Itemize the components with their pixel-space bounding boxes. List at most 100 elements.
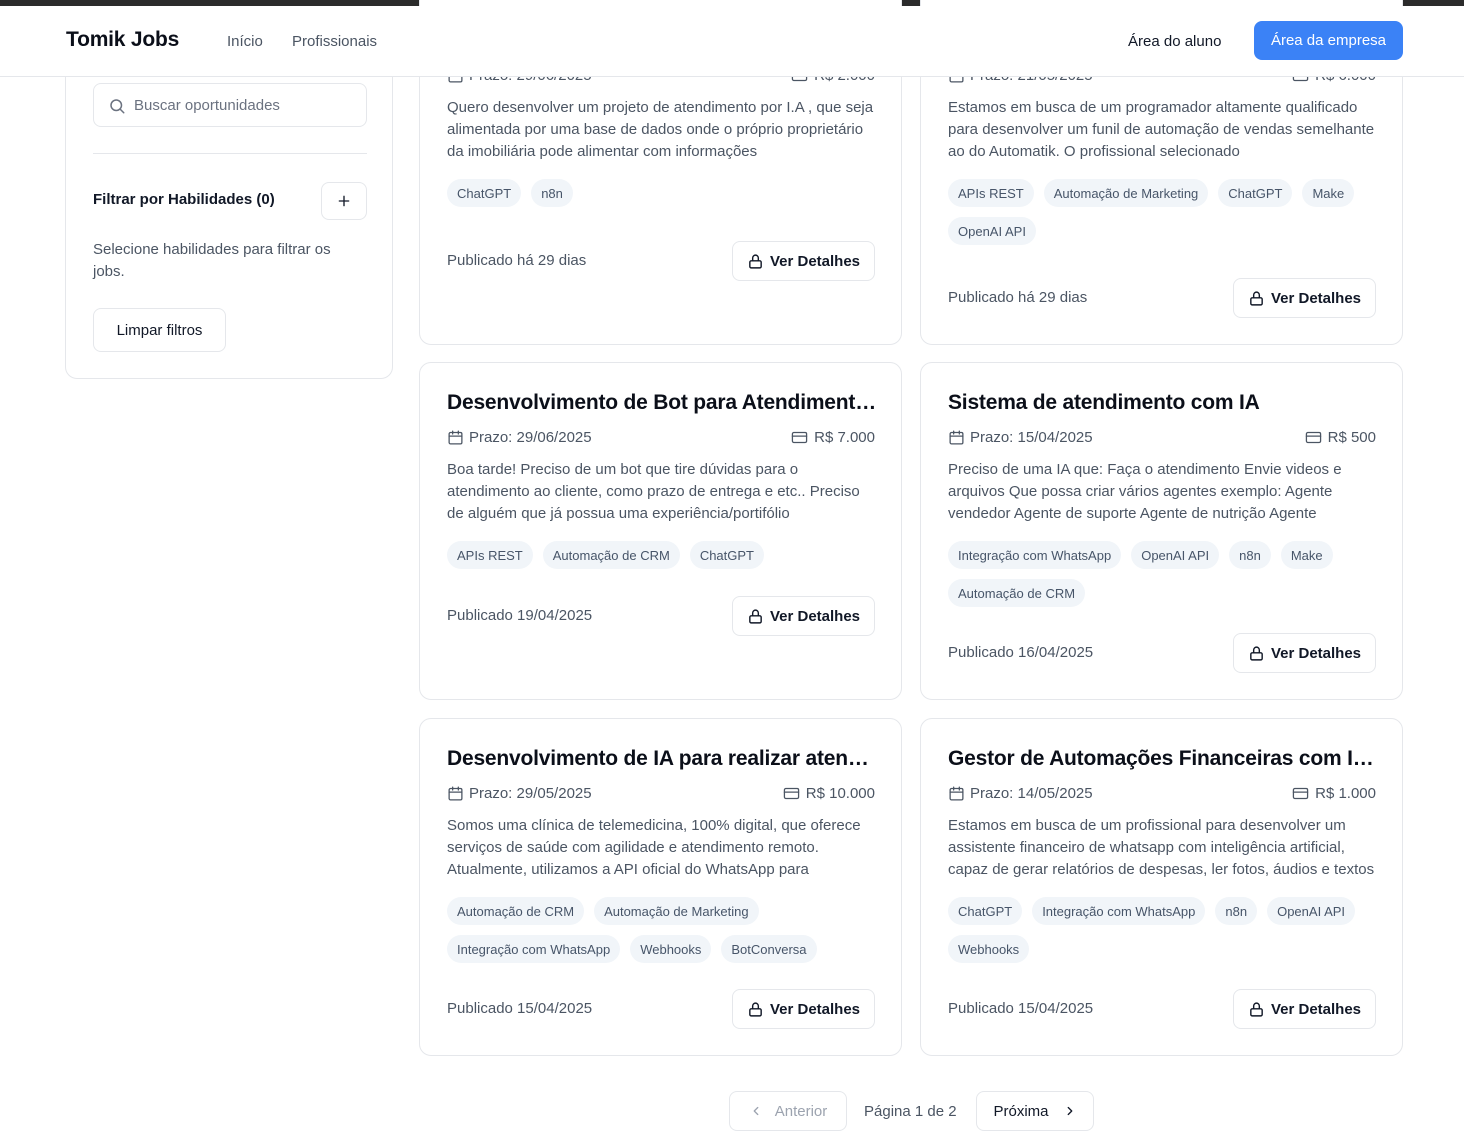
job-footer: Publicado há 29 dias Ver Detalhes [948,278,1376,318]
job-tags: APIs REST Automação de CRM ChatGPT [447,541,879,569]
skill-tag: ChatGPT [948,897,1023,925]
clear-filters-button[interactable]: Limpar filtros [93,308,226,352]
page-indicator: Página 1 de 2 [864,1103,957,1120]
skill-tag: APIs REST [447,541,533,569]
job-card[interactable]: Desenvolvimento de IA para realizar aten… [419,718,902,1056]
job-published: Publicado há 29 dias [948,289,1088,306]
lock-icon [1250,1001,1263,1017]
lock-icon [1250,645,1263,661]
job-published: Publicado 16/04/2025 [948,644,1094,661]
previous-page-button[interactable]: Anterior [729,1091,847,1131]
view-details-button[interactable]: Ver Detalhes [732,241,875,281]
job-meta: Prazo: 29/05/2025 R$ 10.000 [447,785,875,805]
skill-tag: OpenAI API [1131,541,1220,569]
job-budget: R$ 500 [1305,429,1376,446]
job-card[interactable]: Desenvolvimento de Bot para Atendimento … [419,362,902,700]
job-budget: R$ 7.000 [791,429,875,446]
job-published: Publicado 15/04/2025 [447,1000,593,1017]
job-meta: Prazo: 29/06/2025 R$ 7.000 [447,429,875,449]
job-budget: R$ 10.000 [783,785,875,802]
lock-icon [749,608,762,624]
job-budget: R$ 1.000 [1292,785,1376,802]
view-details-button[interactable]: Ver Detalhes [1233,989,1376,1029]
job-description: Estamos em busca de um programador altam… [948,99,1375,160]
skill-tag: Integração com WhatsApp [948,541,1122,569]
credit-card-icon [791,431,808,444]
skill-tag: Webhooks [630,935,712,963]
skill-tag: ChatGPT [1218,179,1293,207]
skill-tag: n8n [1215,897,1258,925]
view-details-button[interactable]: Ver Detalhes [1233,633,1376,673]
search-input[interactable]: Buscar oportunidades [93,83,367,127]
job-published: Publicado há 29 dias [447,252,587,269]
job-budget-text: R$ 500 [1327,429,1376,446]
view-details-label: Ver Detalhes [1270,289,1362,307]
nav-inicio[interactable]: Início [227,33,263,50]
job-title[interactable]: Desenvolvimento de IA para realizar aten… [447,747,877,771]
calendar-icon [448,786,463,801]
lock-icon [1250,290,1263,306]
job-card[interactable]: Sistema de atendimento com IA Prazo: 15/0… [920,362,1403,700]
skill-tag: OpenAI API [948,217,1036,245]
job-deadline: Prazo: 14/05/2025 [948,785,1093,802]
skill-tag: Automação de CRM [447,897,585,925]
lock-icon [749,1001,762,1017]
view-details-button[interactable]: Ver Detalhes [732,596,875,636]
job-description: Preciso de uma IA que: Faça o atendiment… [948,461,1342,522]
skill-tag: OpenAI API [1267,897,1356,925]
job-description: Boa tarde! Preciso de um bot que tire dú… [447,461,860,522]
job-title[interactable]: Sistema de atendimento com IA [948,391,1378,415]
calendar-icon [949,786,964,801]
skill-tag: BotConversa [721,935,817,963]
job-card[interactable]: Gestor de Automações Financeiras com IA … [920,718,1403,1056]
plus-icon [338,195,350,207]
nav-profissionais[interactable]: Profissionais [292,33,377,50]
search-icon [110,99,125,114]
job-footer: Publicado 15/04/2025 Ver Detalhes [948,989,1376,1029]
job-deadline: Prazo: 29/05/2025 [447,785,592,802]
job-tags: Integração com WhatsApp OpenAI API n8n Make… [948,541,1380,607]
next-page-label: Próxima [993,1102,1049,1120]
job-footer: Publicado 19/04/2025 Ver Detalhes [447,596,875,636]
lock-icon [749,253,762,269]
skill-tag: Automação de CRM [948,579,1086,607]
job-title[interactable]: Gestor de Automações Financeiras com IA … [948,747,1378,771]
student-area-link[interactable]: Área do aluno [1128,33,1221,50]
job-title[interactable]: Desenvolvimento de Bot para Atendimento … [447,391,877,415]
calendar-icon [448,430,463,445]
job-deadline-text: Prazo: 15/04/2025 [970,429,1093,446]
job-published: Publicado 15/04/2025 [948,1000,1094,1017]
skill-tag: Automação de CRM [542,541,680,569]
job-tags: Automação de CRM Automação de Marketing In… [447,897,879,963]
skill-tag: APIs REST [948,179,1034,207]
view-details-label: Ver Detalhes [769,1000,861,1018]
view-details-button[interactable]: Ver Detalhes [732,989,875,1029]
credit-card-icon [1292,787,1309,800]
skill-tag: Make [1280,541,1333,569]
skill-tag: ChatGPT [689,541,764,569]
job-deadline: Prazo: 15/04/2025 [948,429,1093,446]
job-deadline-text: Prazo: 14/05/2025 [970,785,1093,802]
job-deadline-text: Prazo: 29/06/2025 [469,429,592,446]
brand-logo[interactable]: Tomik Jobs [66,28,179,52]
job-deadline: Prazo: 29/06/2025 [447,429,592,446]
job-tags: ChatGPT Integração com WhatsApp n8n OpenAI … [948,897,1380,963]
job-description: Quero desenvolver um projeto de atendime… [447,99,874,160]
job-budget-text: R$ 7.000 [814,429,875,446]
divider [93,153,367,154]
company-area-button[interactable]: Área da empresa [1254,21,1403,60]
job-budget-text: R$ 10.000 [805,785,875,802]
job-footer: Publicado 15/04/2025 Ver Detalhes [447,989,875,1029]
search-placeholder: Buscar oportunidades [134,97,280,114]
view-details-button[interactable]: Ver Detalhes [1233,278,1376,318]
chevron-right-icon [1067,1106,1072,1116]
job-budget-text: R$ 1.000 [1315,785,1376,802]
view-details-label: Ver Detalhes [1270,1000,1362,1018]
view-details-label: Ver Detalhes [1270,644,1362,662]
job-meta: Prazo: 15/04/2025 R$ 500 [948,429,1376,449]
add-skill-button[interactable] [321,182,367,220]
skill-tag: Webhooks [948,935,1030,963]
next-page-button[interactable]: Próxima [976,1091,1094,1131]
job-footer: Publicado 16/04/2025 Ver Detalhes [948,633,1376,673]
skill-tag: Automação de Marketing [594,897,759,925]
